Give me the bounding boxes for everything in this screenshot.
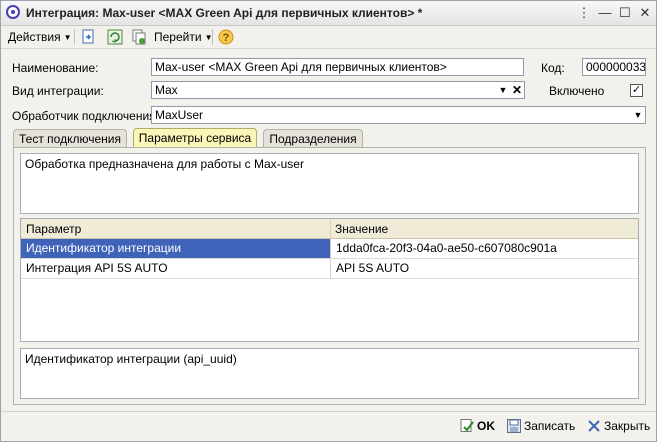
goto-menu-button[interactable]: Перейти ▼ bbox=[154, 29, 212, 45]
table-cell-parameter[interactable]: Идентификатор интеграции bbox=[21, 239, 330, 259]
tab-connection-test[interactable]: Тест подключения bbox=[13, 129, 127, 147]
toolbar: Действия ▼ Перейти ▼ ? bbox=[1, 26, 656, 49]
help-icon: ? bbox=[218, 29, 234, 45]
chevron-down-icon[interactable]: ▼ bbox=[631, 107, 645, 123]
handler-value: MaxUser bbox=[155, 108, 204, 122]
actions-menu-label: Действия bbox=[8, 30, 61, 44]
footer-divider bbox=[1, 411, 656, 412]
integration-window: Интеграция: Max-user <MAX Green Api для … bbox=[0, 0, 657, 442]
handler-label: Обработчик подключения: bbox=[12, 109, 159, 123]
minimize-button[interactable]: — bbox=[597, 5, 613, 21]
handler-field[interactable]: MaxUser bbox=[151, 106, 646, 124]
integration-type-label: Вид интеграции: bbox=[12, 84, 104, 98]
enabled-checkbox[interactable]: ✓ bbox=[630, 84, 643, 97]
table-cell-value[interactable]: API 5S AUTO bbox=[331, 259, 638, 279]
ok-button[interactable]: OK bbox=[460, 417, 495, 435]
refresh-button[interactable] bbox=[107, 29, 123, 45]
description-text: Обработка предназначена для работы с Max… bbox=[25, 157, 304, 171]
svg-text:?: ? bbox=[223, 32, 230, 44]
actions-menu-button[interactable]: Действия ▼ bbox=[8, 29, 72, 45]
save-button[interactable]: Записать bbox=[507, 417, 575, 435]
chevron-down-icon[interactable]: ▼ bbox=[496, 82, 510, 98]
table-cell-value[interactable]: 1dda0fca-20f3-04a0-ae50-c607080c901a bbox=[331, 239, 638, 259]
clear-icon[interactable]: ✕ bbox=[510, 82, 524, 98]
close-button[interactable]: Закрыть bbox=[587, 417, 650, 435]
tab-service-parameters[interactable]: Параметры сервиса bbox=[133, 128, 257, 148]
name-field[interactable]: Max-user <MAX Green Api для первичных кл… bbox=[151, 58, 524, 76]
code-label: Код: bbox=[541, 61, 565, 75]
ok-icon bbox=[460, 419, 474, 432]
close-window-button[interactable]: ✕ bbox=[637, 5, 653, 21]
column-header-parameter[interactable]: Параметр bbox=[21, 219, 330, 239]
column-header-value[interactable]: Значение bbox=[330, 219, 638, 239]
description-field[interactable]: Обработка предназначена для работы с Max… bbox=[20, 153, 639, 214]
title-bar: Интеграция: Max-user <MAX Green Api для … bbox=[1, 1, 656, 26]
ok-label: OK bbox=[477, 419, 495, 433]
app-logo-icon bbox=[6, 5, 20, 19]
code-field[interactable]: 000000033 bbox=[582, 58, 646, 76]
name-label: Наименование: bbox=[12, 61, 99, 75]
integration-type-field[interactable]: Max bbox=[151, 81, 525, 99]
integration-type-value: Max bbox=[155, 83, 178, 97]
chevron-down-icon: ▼ bbox=[63, 32, 72, 42]
save-icon bbox=[507, 419, 521, 433]
save-label: Записать bbox=[524, 419, 576, 433]
info-icon[interactable]: ⋮ bbox=[576, 5, 592, 21]
enabled-label: Включено bbox=[549, 84, 605, 98]
tab-departments[interactable]: Подразделения bbox=[263, 129, 363, 147]
help-button[interactable]: ? bbox=[218, 29, 234, 45]
hint-text: Идентификатор интеграции (api_uuid) bbox=[25, 352, 237, 366]
post-document-button[interactable] bbox=[81, 29, 97, 45]
post-document-icon bbox=[82, 29, 94, 44]
toolbar-divider bbox=[212, 29, 213, 45]
maximize-button[interactable]: ☐ bbox=[617, 5, 633, 21]
refresh-icon bbox=[107, 29, 123, 45]
close-icon bbox=[588, 420, 600, 432]
goto-menu-label: Перейти bbox=[154, 30, 202, 44]
window-title: Интеграция: Max-user <MAX Green Api для … bbox=[26, 6, 423, 20]
toolbar-divider bbox=[74, 29, 75, 45]
hint-field[interactable]: Идентификатор интеграции (api_uuid) bbox=[20, 348, 639, 399]
close-label: Закрыть bbox=[604, 419, 651, 433]
parameters-table[interactable]: Параметр Значение Идентификатор интеграц… bbox=[20, 218, 639, 342]
copy-icon bbox=[132, 29, 146, 45]
copy-button[interactable] bbox=[131, 29, 147, 45]
table-cell-parameter[interactable]: Интеграция API 5S AUTO bbox=[21, 259, 330, 279]
